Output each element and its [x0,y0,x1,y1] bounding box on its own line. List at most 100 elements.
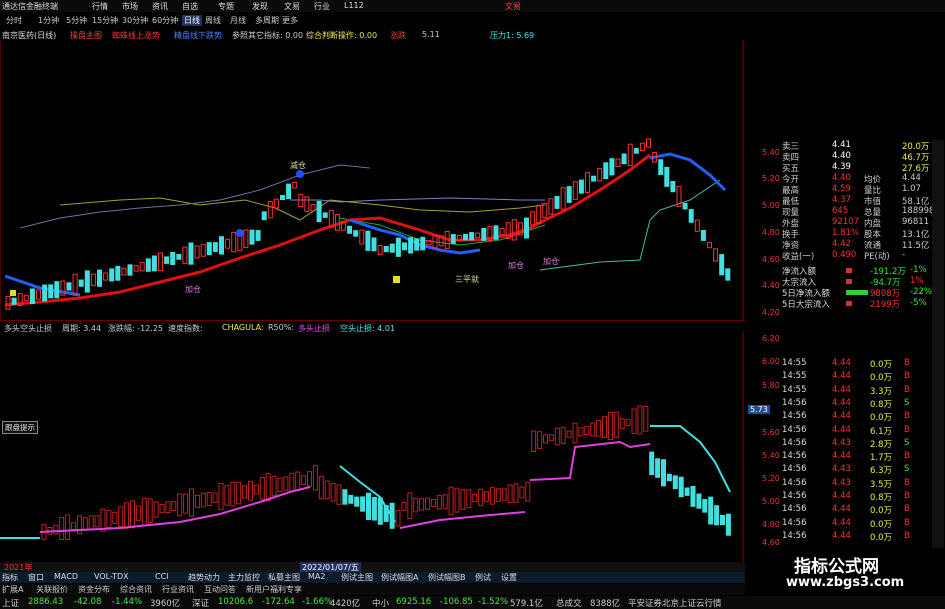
indicator-tab[interactable]: MA2 [308,572,325,581]
info-tab[interactable]: 资金分布 [78,584,110,595]
quote-panel: 卖三 4.41 20.0万 卖四 4.40 46.7万 买五 4.39 27.6万 今开 4.40 均… [752,140,934,560]
indicator-tab[interactable]: 例试 [475,572,491,583]
menu-item[interactable]: 行情 [92,1,108,12]
trade-row: 14:56 4.44 1.7万 B [752,451,932,464]
sub-candle [419,498,425,511]
candle [389,243,395,253]
main-price-chart[interactable]: 减仓 加仓 加仓 加仓 三平就 黑信 [0,40,745,320]
sub-candle [118,506,124,528]
indicator-tab[interactable]: 私募主图 [268,572,300,583]
sub-candle [407,492,413,520]
candle [66,282,72,291]
period-tab[interactable]: 更多 [282,15,298,26]
candle [316,200,322,223]
sub-candle [602,416,607,438]
period-tab[interactable]: 多周期 [255,15,279,26]
candle [627,143,633,167]
indicator-tab[interactable]: 设置 [501,572,517,583]
info-tab[interactable]: 关联报价 [36,584,68,595]
indicator-tab[interactable]: 例试幅图B [428,572,466,583]
period-bar: 分时 1分钟 5分钟 15分钟 30分钟 60分钟 日线 周线 月线 多周期 更… [0,14,945,26]
total-label: 总成交 [556,599,582,609]
period-tab-active[interactable]: 日线 [182,15,202,26]
sub-candle [649,451,655,476]
trade-side: B [904,384,910,395]
sub-candlesticks [41,405,731,541]
period-tab[interactable]: 60分钟 [152,15,178,26]
tip-box[interactable]: 跟盘提示 [2,421,38,434]
candle [158,252,163,272]
candle [292,181,298,189]
sz-change: -172.64 [262,597,295,607]
side-toolbar[interactable] [932,140,944,560]
indicator-tab[interactable]: 例试主图 [341,572,373,583]
period-tab[interactable]: 30分钟 [122,15,148,26]
quote-value: 1.07 [902,184,921,194]
candle [97,269,102,287]
sub-candle [259,477,265,500]
flow-pct: -5% [910,298,927,308]
sub-candle [307,471,312,487]
indicator-tab[interactable]: CCI [155,572,169,581]
sub-candle [548,434,554,442]
menu-item[interactable]: 市场 [122,1,138,12]
sub-candle [596,420,602,437]
candle [182,246,188,264]
sub-candle [631,408,637,434]
menu-item[interactable]: 文易 [284,1,300,12]
menu-item[interactable]: 资讯 [152,1,168,12]
right-menu-label[interactable]: 文易 [505,1,521,12]
quote-value: 4.37 [832,195,851,205]
period-tab[interactable]: 周线 [205,15,221,26]
period-tab[interactable]: 5分钟 [66,15,87,26]
flow-value: 2199万 [870,300,901,310]
period-tab[interactable]: 分时 [6,15,22,26]
trade-time: 14:55 [782,371,807,382]
sub-candle [507,484,513,504]
menu-item[interactable]: 发现 [252,1,268,12]
indicator-tab[interactable]: 例试幅图A [381,572,418,583]
candle [383,245,389,253]
indicator-tab[interactable]: 窗口 [28,572,44,583]
candle [280,194,285,201]
candle [395,237,401,257]
sub-indicator-chart[interactable] [0,332,745,568]
sub-candle [324,480,330,500]
panel-separator [0,320,745,321]
indicator-tab[interactable]: VOL-TDX [94,572,129,581]
sub-candle [366,492,371,521]
candle [347,225,353,234]
trade-time: 14:56 [782,477,807,488]
sub-candle [271,475,277,497]
candle [566,186,572,203]
sub-candle [171,501,177,512]
candle [231,231,237,253]
trade-price: 4.44 [832,397,851,408]
indicator-tab[interactable]: MACD [54,572,78,581]
sub-candle [312,465,318,491]
candle [688,209,694,223]
sub-candle [472,493,478,503]
trade-row: 14:56 4.44 6.1万 B [752,425,932,438]
quote-row: 外盘 92107 内盘 96811 [752,217,932,229]
indicator-tab[interactable]: 指标 [2,572,18,583]
info-tab[interactable]: 互动问答 [204,584,236,595]
indicator-tab[interactable]: 趋势动力 [188,572,220,583]
info-tab[interactable]: 扩展A [2,584,23,595]
period-tab[interactable]: 1分钟 [38,15,59,26]
menu-item[interactable]: 专题 [218,1,234,12]
sub-candle [153,501,159,518]
sub-candle [696,493,702,509]
sub-candle [94,515,100,528]
menu-item[interactable]: 行业 [314,1,330,12]
info-tab[interactable]: 综合资讯 [120,584,152,595]
candle [646,138,651,148]
info-tab[interactable]: 新用户福利专享 [246,584,302,595]
indicator-tab[interactable]: 主力监控 [228,572,260,583]
menu-item[interactable]: 自选 [182,1,198,12]
period-tab[interactable]: 15分钟 [92,15,118,26]
info-tab[interactable]: 行业资讯 [162,584,194,595]
menu-item[interactable]: L112 [344,1,364,10]
sub-candle [301,475,307,485]
period-tab[interactable]: 月线 [230,15,246,26]
